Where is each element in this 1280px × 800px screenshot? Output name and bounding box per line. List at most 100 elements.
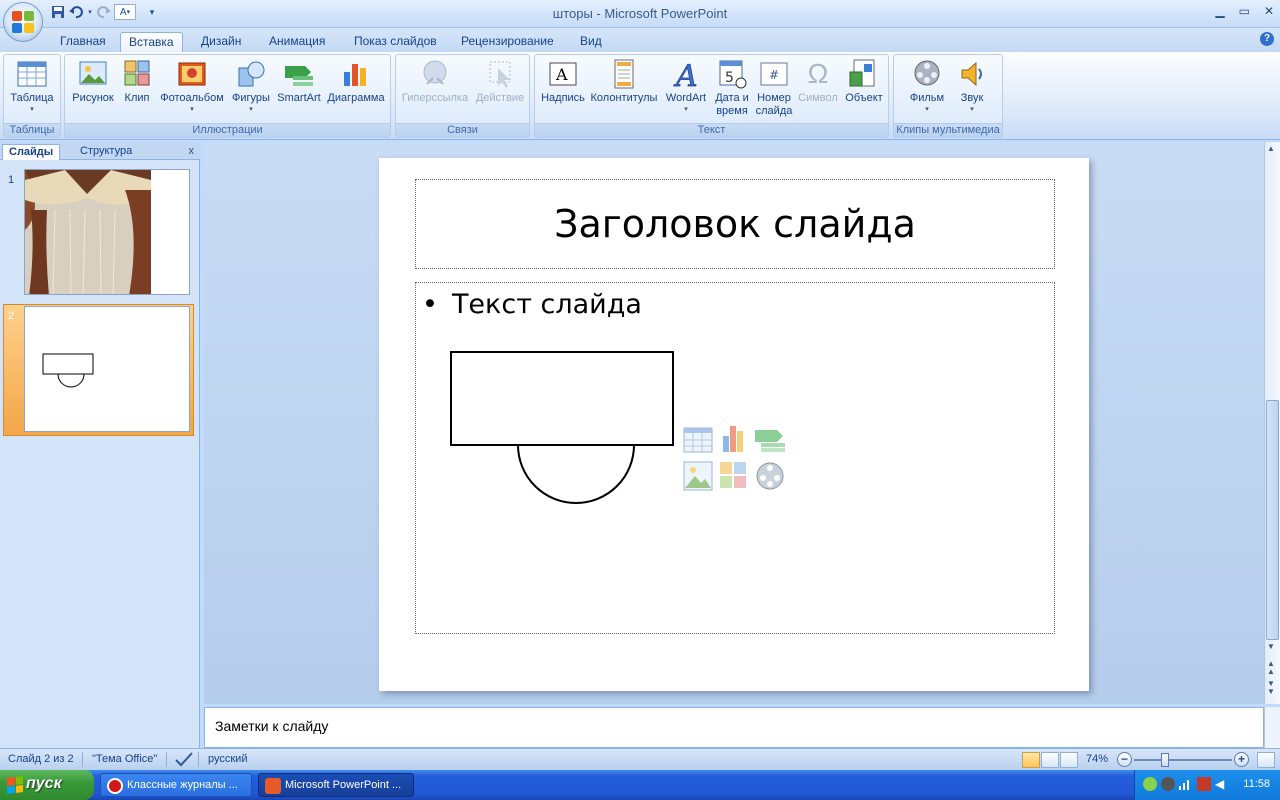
rectangle-shape[interactable] <box>450 351 674 446</box>
slidenumber-button[interactable]: # Номер слайда <box>753 58 795 118</box>
textbox-button[interactable]: A Надпись <box>539 58 587 105</box>
movie-button[interactable]: Фильм ▾ <box>902 58 952 114</box>
fit-to-window-icon[interactable] <box>1257 752 1275 768</box>
symbol-button[interactable]: Ω Символ <box>795 58 841 105</box>
notes-text[interactable]: Заметки к слайду <box>215 718 328 734</box>
action-button[interactable]: Действие <box>472 58 528 105</box>
vertical-scrollbar[interactable]: ▲ ▼ ▲ ▲ ▼ ▼ <box>1264 142 1280 704</box>
datetime-button[interactable]: 5 Дата и время <box>711 58 753 118</box>
slide-thumbnail-1[interactable] <box>24 169 190 295</box>
zoom-slider-thumb[interactable] <box>1161 753 1170 767</box>
title-bar: ▾ A ▾ ▾ шторы - Microsoft PowerPoint ▁ ▭ … <box>0 0 1280 28</box>
tab-slides-pane[interactable]: Слайды <box>2 144 61 160</box>
spellcheck-icon[interactable] <box>174 751 194 770</box>
datetime-label-1: Дата и <box>715 92 749 104</box>
notes-pane[interactable]: Заметки к слайду <box>204 707 1264 748</box>
slides-pane: Слайды Структура x 1 2 <box>0 142 200 748</box>
sound-button[interactable]: Звук ▾ <box>952 58 992 114</box>
next-slide-icon[interactable]: ▼ ▼ <box>1267 680 1275 696</box>
wordart-icon: A <box>670 58 702 95</box>
smartart-icon <box>283 58 315 90</box>
theme-status: "Тема Office" <box>92 753 158 765</box>
hyperlink-button[interactable]: Гиперссылка <box>400 58 470 105</box>
shapes-label: Фигуры <box>232 92 270 104</box>
slide-canvas[interactable]: Заголовок слайда • Текст слайда <box>379 158 1089 691</box>
zoom-slider-track[interactable] <box>1134 759 1232 761</box>
slideshow-view-icon[interactable] <box>1060 752 1078 768</box>
symbol-label: Символ <box>798 92 838 104</box>
shapes-button[interactable]: Фигуры ▾ <box>228 58 274 114</box>
insert-clipart-icon[interactable] <box>720 462 746 488</box>
scroll-up-icon[interactable]: ▲ <box>1267 144 1275 153</box>
tab-design[interactable]: Дизайн <box>193 32 249 52</box>
tray-signal-icon[interactable] <box>1179 778 1193 790</box>
slide-thumbnail-2[interactable] <box>24 306 190 432</box>
help-icon[interactable]: ? <box>1260 32 1274 46</box>
tab-review[interactable]: Рецензирование <box>453 32 562 52</box>
zoom-in-icon[interactable]: + <box>1234 752 1249 767</box>
clip-icon <box>121 58 153 90</box>
minimize-icon[interactable]: ▁ <box>1215 4 1224 18</box>
photoalbum-button[interactable]: Фотоальбом ▾ <box>157 58 227 114</box>
smartart-label: SmartArt <box>277 92 321 104</box>
chart-button[interactable]: Диаграмма <box>323 58 389 105</box>
wordart-button[interactable]: A WordArt ▾ <box>661 58 711 114</box>
slide-title[interactable]: Заголовок слайда <box>416 202 1054 246</box>
insert-media-icon[interactable] <box>756 462 784 490</box>
tab-view[interactable]: Вид <box>572 32 610 52</box>
normal-view-icon[interactable] <box>1022 752 1040 768</box>
scroll-down-icon[interactable]: ▼ <box>1267 642 1275 651</box>
curtain-photo-thumbnail <box>25 170 189 294</box>
group-text: A Надпись Колонтитулы A WordArt ▾ 5 Дата… <box>534 54 889 138</box>
taskbar-item-opera[interactable]: Классные журналы ... <box>100 773 252 797</box>
slide-count-status: Слайд 2 из 2 <box>8 753 74 765</box>
tray-volume-icon[interactable]: ◀ <box>1215 777 1229 791</box>
object-button[interactable]: Объект <box>841 58 887 105</box>
tab-slideshow[interactable]: Показ слайдов <box>346 32 445 52</box>
omega-icon: Ω <box>807 58 829 89</box>
maximize-icon[interactable]: ▭ <box>1239 4 1250 18</box>
tray-status-icon[interactable] <box>1143 777 1157 791</box>
pane-close-icon[interactable]: x <box>189 145 195 157</box>
taskbar-item-powerpoint[interactable]: Microsoft PowerPoint ... <box>258 773 414 797</box>
tray-gear-icon[interactable] <box>1161 777 1175 791</box>
tray-network-icon[interactable] <box>1197 777 1211 791</box>
semicircle-shape[interactable] <box>517 444 635 504</box>
office-button[interactable] <box>3 2 43 42</box>
window-title: шторы - Microsoft PowerPoint <box>552 6 728 21</box>
zoom-out-icon[interactable]: − <box>1117 752 1132 767</box>
smartart-button[interactable]: SmartArt <box>273 58 325 105</box>
slide-sorter-view-icon[interactable] <box>1041 752 1059 768</box>
start-button[interactable]: пуск <box>0 770 94 800</box>
notes-scrollbar[interactable] <box>1264 707 1280 748</box>
headerfooter-icon <box>608 58 640 90</box>
close-icon[interactable]: ✕ <box>1264 4 1274 18</box>
title-placeholder[interactable]: Заголовок слайда <box>415 179 1055 269</box>
status-divider <box>166 752 167 767</box>
windows-flag-icon <box>7 776 23 794</box>
clock[interactable]: 11:58 <box>1243 778 1270 790</box>
picture-label: Рисунок <box>72 92 114 104</box>
insert-chart-icon[interactable] <box>723 426 743 452</box>
previous-slide-icon[interactable]: ▲ ▲ <box>1267 660 1275 676</box>
insert-picture-icon[interactable] <box>683 461 713 491</box>
tab-animation[interactable]: Анимация <box>261 32 333 52</box>
scrollbar-thumb[interactable] <box>1266 400 1279 640</box>
content-placeholder[interactable]: • Текст слайда <box>415 282 1055 634</box>
headerfooter-button[interactable]: Колонтитулы <box>587 58 661 105</box>
group-illustrations-label: Иллюстрации <box>65 123 390 137</box>
picture-button[interactable]: Рисунок <box>67 58 119 105</box>
clip-button[interactable]: Клип <box>119 58 155 105</box>
language-status[interactable]: русский <box>208 753 247 765</box>
tab-insert[interactable]: Вставка <box>120 32 183 52</box>
status-divider <box>82 752 83 767</box>
tab-outline-pane[interactable]: Структура <box>74 144 138 160</box>
insert-table-icon[interactable] <box>683 427 713 453</box>
slidenumber-label-2: слайда <box>755 105 793 117</box>
status-bar: Слайд 2 из 2 "Тема Office" русский 74% −… <box>0 748 1280 770</box>
zoom-level[interactable]: 74% <box>1086 753 1108 765</box>
insert-smartart-icon[interactable] <box>755 430 785 452</box>
table-button[interactable]: Таблица ▾ <box>6 58 58 114</box>
slide-number-icon: # <box>758 58 790 90</box>
tab-home[interactable]: Главная <box>52 32 114 52</box>
